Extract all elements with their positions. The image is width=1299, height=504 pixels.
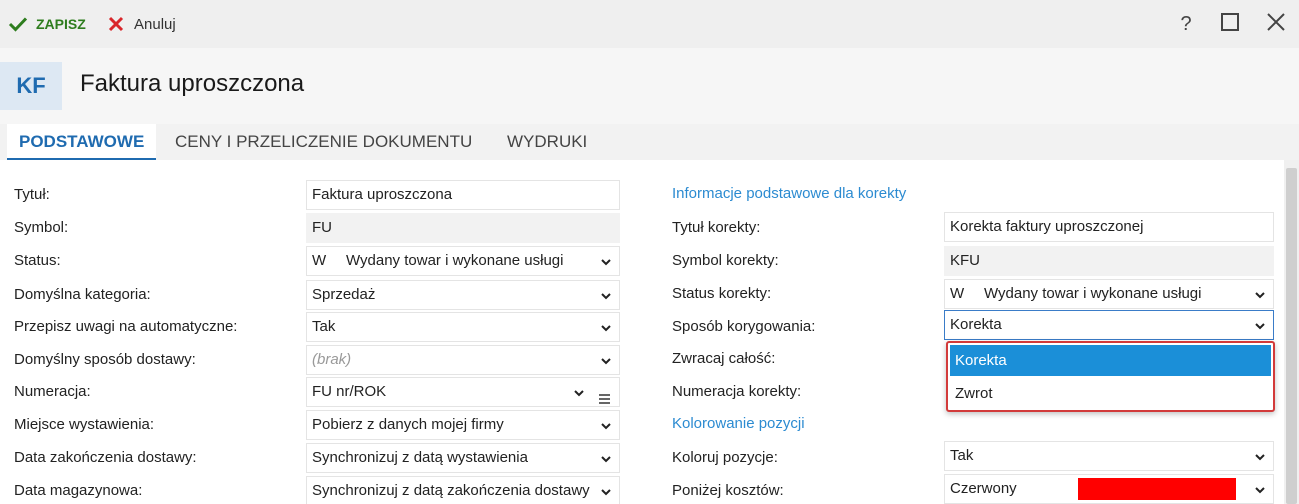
category-select[interactable]: Sprzedaż	[306, 280, 620, 310]
color-items-select[interactable]: Tak	[944, 441, 1274, 471]
field-label-place: Miejsce wystawienia:	[14, 416, 155, 433]
save-label: ZAPISZ	[36, 16, 86, 32]
field-label-correction-numbering: Numeracja korekty:	[672, 383, 802, 400]
correction-method-select[interactable]: Korekta	[944, 310, 1274, 340]
list-icon[interactable]	[599, 386, 610, 406]
delivery-placeholder: (brak)	[312, 351, 352, 368]
chevron-down-icon	[600, 290, 612, 302]
warehouse-date-select[interactable]: Synchronizuj z datą zakończenia dostawy	[306, 476, 620, 504]
field-label-delivery-end: Data zakończenia dostawy:	[14, 449, 197, 466]
x-icon	[108, 16, 124, 32]
tab-podstawowe[interactable]: PODSTAWOWE	[7, 124, 157, 160]
section-title-coloring: Kolorowanie pozycji	[672, 415, 805, 432]
field-label-correction-status: Status korekty:	[672, 285, 772, 302]
toolbar: ZAPISZ Anuluj ?	[0, 0, 1299, 48]
field-label-status: Status:	[14, 252, 61, 269]
delivery-end-select[interactable]: Synchronizuj z datą wystawienia	[306, 443, 620, 473]
help-button[interactable]: ?	[1172, 10, 1200, 38]
correction-status-code: W	[950, 285, 965, 302]
correction-method-dropdown: Korekta Zwrot	[946, 341, 1275, 412]
chevron-down-icon	[600, 355, 612, 367]
place-select[interactable]: Pobierz z danych mojej firmy	[306, 410, 620, 440]
correction-status-value: Wydany towar i wykonane usługi	[984, 285, 1202, 302]
vertical-scrollbar[interactable]	[1284, 160, 1299, 504]
color-swatch-red	[1078, 478, 1236, 500]
warehouse-date-value: Synchronizuj z datą zakończenia dostawy	[312, 482, 590, 499]
field-label-correction-method: Sposób korygowania:	[672, 318, 816, 335]
cancel-button[interactable]: Anuluj	[108, 12, 176, 36]
maximize-button[interactable]	[1216, 10, 1244, 38]
title-input[interactable]: Faktura uproszczona	[306, 180, 620, 210]
chevron-down-icon	[600, 453, 612, 465]
chevron-down-icon	[1254, 451, 1266, 463]
chevron-down-icon	[1254, 320, 1266, 332]
scrollbar-thumb[interactable]	[1286, 168, 1297, 504]
numbering-value: FU nr/ROK	[312, 383, 387, 400]
chevron-down-icon	[1254, 484, 1266, 496]
correction-symbol-field: KFU	[944, 246, 1274, 276]
field-label-color-items: Koloruj pozycje:	[672, 449, 778, 466]
field-label-below-cost: Poniżej kosztów:	[672, 482, 784, 499]
status-value: Wydany towar i wykonane usługi	[346, 252, 564, 269]
field-label-notes: Przepisz uwagi na automatyczne:	[14, 318, 238, 335]
field-label-return-all: Zwracaj całość:	[672, 350, 776, 367]
field-label-correction-symbol: Symbol korekty:	[672, 252, 779, 269]
dropdown-option-zwrot[interactable]: Zwrot	[950, 378, 1271, 409]
symbol-field: FU	[306, 213, 620, 243]
chevron-down-icon	[600, 486, 612, 498]
close-icon	[1267, 13, 1285, 35]
status-code: W	[312, 252, 327, 269]
field-label-numbering: Numeracja:	[14, 383, 91, 400]
correction-method-value: Korekta	[950, 316, 1002, 333]
question-icon: ?	[1180, 12, 1192, 35]
chevron-down-icon	[1254, 289, 1266, 301]
field-label-warehouse-date: Data magazynowa:	[14, 482, 143, 499]
cancel-label: Anuluj	[134, 15, 176, 33]
place-value: Pobierz z danych mojej firmy	[312, 416, 504, 433]
close-button[interactable]	[1262, 10, 1290, 38]
field-label-title: Tytuł:	[14, 186, 50, 203]
delivery-select[interactable]: (brak)	[306, 345, 620, 375]
notes-select[interactable]: Tak	[306, 312, 620, 342]
document-type-badge: KF	[0, 62, 62, 110]
chevron-down-icon	[600, 256, 612, 268]
delivery-end-value: Synchronizuj z datą wystawienia	[312, 449, 528, 466]
chevron-down-icon	[573, 387, 585, 399]
status-select[interactable]: W Wydany towar i wykonane usługi	[306, 246, 620, 276]
square-icon	[1221, 13, 1239, 35]
color-items-value: Tak	[950, 447, 974, 464]
field-label-symbol: Symbol:	[14, 219, 69, 236]
chevron-down-icon	[600, 420, 612, 432]
tab-wydruki[interactable]: WYDRUKI	[507, 124, 587, 160]
page-title: Faktura uproszczona	[80, 70, 305, 97]
numbering-select[interactable]: FU nr/ROK	[306, 377, 620, 407]
field-label-correction-title: Tytuł korekty:	[672, 219, 761, 236]
field-label-category: Domyślna kategoria:	[14, 286, 151, 303]
below-cost-value: Czerwony	[950, 480, 1017, 497]
check-icon	[8, 16, 28, 32]
correction-status-select[interactable]: W Wydany towar i wykonane usługi	[944, 279, 1274, 309]
notes-value: Tak	[312, 318, 336, 335]
section-title-correction: Informacje podstawowe dla korekty	[672, 185, 907, 202]
document-header: KF Faktura uproszczona	[0, 48, 1299, 124]
category-value: Sprzedaż	[312, 286, 376, 303]
chevron-down-icon	[600, 322, 612, 334]
correction-title-input[interactable]: Korekta faktury uproszczonej	[944, 212, 1274, 242]
tab-bar: PODSTAWOWE CENY I PRZELICZENIE DOKUMENTU…	[0, 124, 1299, 160]
field-label-delivery: Domyślny sposób dostawy:	[14, 351, 196, 368]
save-button[interactable]: ZAPISZ	[8, 12, 86, 36]
tab-ceny[interactable]: CENY I PRZELICZENIE DOKUMENTU	[175, 124, 472, 160]
dropdown-option-korekta[interactable]: Korekta	[950, 345, 1271, 376]
